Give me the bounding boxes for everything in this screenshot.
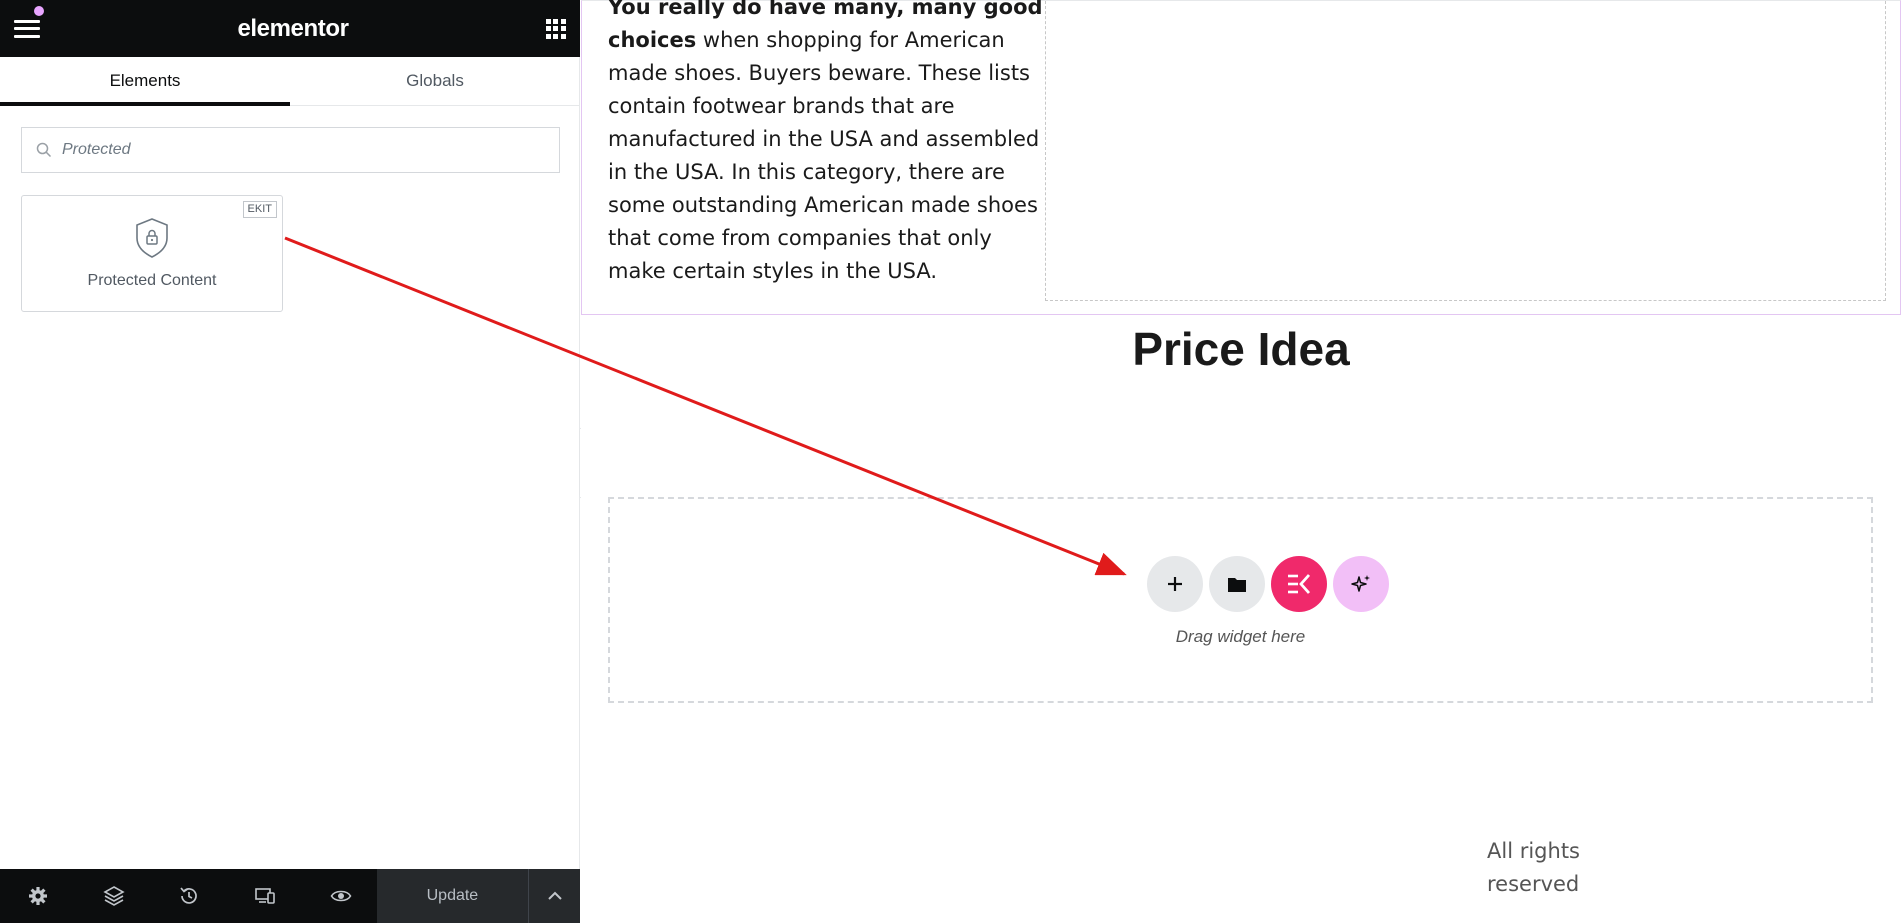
update-button[interactable]: Update [376, 869, 529, 923]
apps-grid-icon[interactable] [545, 18, 566, 39]
add-section-button[interactable] [1147, 556, 1203, 612]
eye-icon[interactable] [303, 869, 379, 923]
elementor-panel: elementor Elements Globals EKIT Protecte… [0, 0, 580, 923]
layers-icon[interactable] [76, 869, 152, 923]
text-editor-widget[interactable]: You really do have many, many good choic… [608, 0, 1048, 288]
footer-text: All rights reserved [1487, 839, 1580, 896]
ai-sparkle-button[interactable] [1333, 556, 1389, 612]
ekit-logo-icon [1288, 574, 1311, 594]
panel-footer: Update [0, 869, 580, 923]
gear-icon[interactable] [0, 869, 76, 923]
history-icon[interactable] [151, 869, 227, 923]
content-section[interactable]: You really do have many, many good choic… [581, 0, 1901, 315]
heading-widget[interactable]: Price Idea [581, 322, 1901, 376]
shield-lock-icon [136, 218, 168, 258]
notification-dot [34, 5, 44, 16]
dropzone-buttons [1147, 556, 1389, 612]
editor-canvas: You really do have many, many good choic… [581, 0, 1901, 923]
paragraph-text: when shopping for American made shoes. B… [608, 28, 1040, 283]
search-input[interactable] [62, 141, 545, 159]
responsive-icon[interactable] [227, 869, 303, 923]
sparkle-icon [1351, 575, 1370, 592]
tab-globals[interactable]: Globals [290, 57, 580, 105]
panel-header: elementor [0, 0, 580, 57]
chevron-up-icon[interactable] [528, 869, 580, 923]
widget-label: Protected Content [87, 272, 217, 289]
empty-column[interactable] [1045, 1, 1886, 301]
panel-tabs: Elements Globals [0, 57, 580, 106]
elementor-logo: elementor [237, 14, 349, 42]
ekit-badge: EKIT [242, 201, 277, 218]
search-box [21, 127, 560, 173]
tab-elements[interactable]: Elements [0, 57, 290, 106]
elementskit-button[interactable] [1271, 556, 1327, 612]
drop-hint-text: Drag widget here [1175, 627, 1306, 646]
plus-icon [1168, 577, 1182, 591]
empty-section-dropzone[interactable]: Drag widget here [608, 497, 1873, 703]
folder-icon [1228, 577, 1246, 592]
search-icon [36, 142, 52, 158]
menu-icon[interactable] [14, 5, 44, 40]
add-template-button[interactable] [1209, 556, 1265, 612]
widget-protected-content[interactable]: EKIT Protected Content [21, 195, 283, 312]
